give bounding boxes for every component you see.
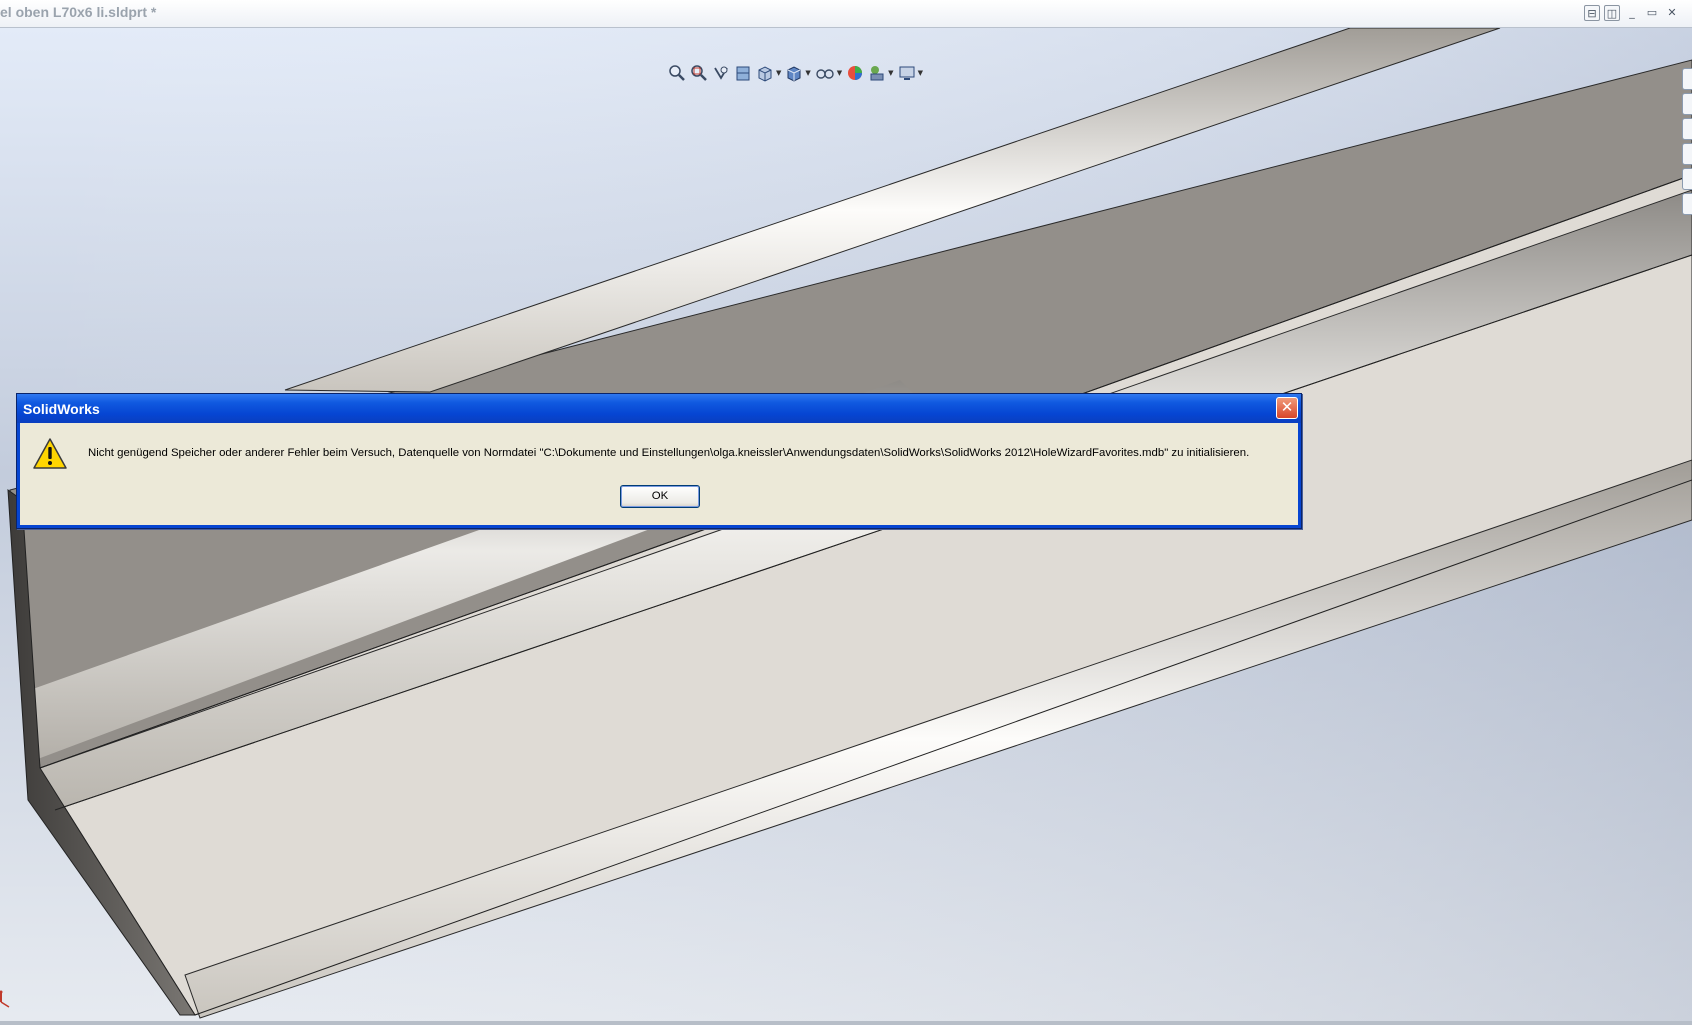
previous-view-icon[interactable] — [712, 63, 730, 83]
dialog-title: SolidWorks — [23, 401, 100, 417]
minimize-button[interactable]: _ — [1624, 5, 1640, 21]
document-titlebar: el oben L70x6 li.sldprt * ⊟ ◫ _ ▭ ✕ — [0, 0, 1692, 28]
dialog-body: Nicht genügend Speicher oder anderer Feh… — [17, 423, 1301, 528]
file-explorer-tab[interactable] — [1682, 118, 1692, 140]
warning-icon — [32, 437, 68, 475]
dialog-close-button[interactable]: ✕ — [1276, 397, 1298, 419]
view-settings-icon[interactable]: ▼ — [898, 63, 923, 83]
ok-button[interactable]: OK — [620, 485, 700, 508]
view-orientation-icon[interactable]: ▼ — [756, 63, 781, 83]
reference-triad-icon — [0, 990, 14, 1014]
custom-properties-tab[interactable] — [1682, 193, 1692, 215]
apply-scene-icon[interactable]: ▼ — [868, 63, 894, 83]
task-pane-tabs — [1682, 68, 1692, 218]
hide-show-items-icon[interactable]: ▼ — [815, 63, 842, 83]
dialog-message: Nicht genügend Speicher oder anderer Feh… — [88, 447, 1250, 459]
zoom-to-fit-icon[interactable] — [668, 63, 686, 83]
error-dialog: SolidWorks ✕ Nicht genügend Speicher ode… — [16, 393, 1302, 529]
dropdown-caret-icon[interactable]: ▼ — [805, 69, 810, 77]
dialog-titlebar[interactable]: SolidWorks ✕ — [17, 394, 1301, 423]
tile-horizontal-icon[interactable]: ⊟ — [1584, 5, 1600, 21]
dropdown-caret-icon[interactable]: ▼ — [888, 69, 893, 77]
dropdown-caret-icon[interactable]: ▼ — [776, 69, 781, 77]
zoom-to-area-icon[interactable] — [690, 63, 708, 83]
restore-button[interactable]: ▭ — [1644, 5, 1660, 21]
status-strip — [0, 1021, 1692, 1025]
close-window-button[interactable]: ✕ — [1664, 5, 1680, 21]
document-title: el oben L70x6 li.sldprt * — [0, 4, 157, 20]
solidworks-resources-tab[interactable] — [1682, 68, 1692, 90]
appearances-tab[interactable] — [1682, 168, 1692, 190]
tile-vertical-icon[interactable]: ◫ — [1604, 5, 1620, 21]
design-library-tab[interactable] — [1682, 93, 1692, 115]
section-view-icon[interactable] — [734, 63, 752, 83]
view-palette-tab[interactable] — [1682, 143, 1692, 165]
dropdown-caret-icon[interactable]: ▼ — [918, 69, 923, 77]
edit-appearance-icon[interactable] — [846, 63, 864, 83]
display-style-icon[interactable]: ▼ — [785, 63, 811, 83]
dropdown-caret-icon[interactable]: ▼ — [837, 69, 842, 77]
window-controls: ⊟ ◫ _ ▭ ✕ — [1584, 5, 1680, 21]
heads-up-view-toolbar: ▼ ▼ ▼ ▼ ▼ — [668, 62, 923, 84]
